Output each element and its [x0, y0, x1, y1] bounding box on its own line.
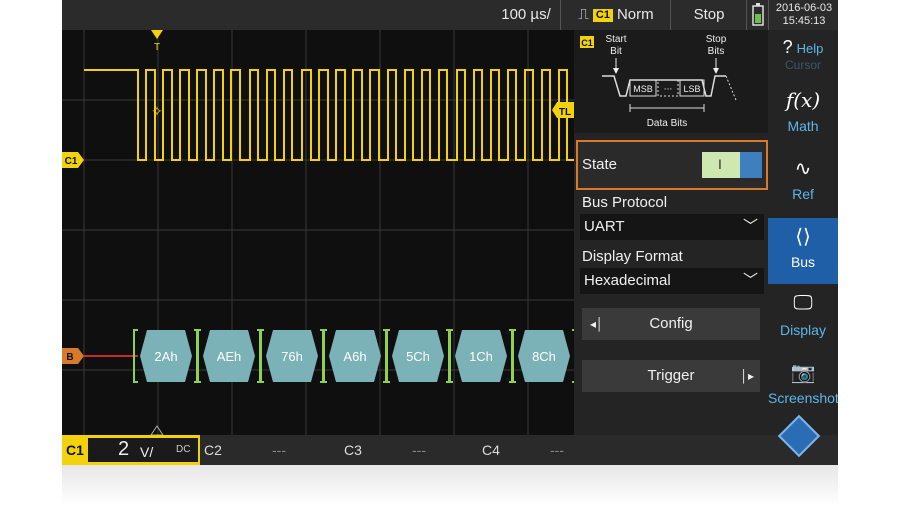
bus-button[interactable]: ⟨⟩ Bus: [768, 218, 838, 284]
bus-protocol-select[interactable]: UART ﹀: [580, 214, 764, 240]
bus-frame-value: 8Ch: [532, 349, 556, 364]
state-toggle[interactable]: I: [702, 152, 762, 178]
c1-label: C1: [66, 442, 84, 458]
help-button[interactable]: ? Help Cursor: [768, 30, 838, 72]
screenshot-button[interactable]: 📷 Screenshot: [768, 354, 838, 420]
waveform-svg: T ✧ TL C1 B 2Ah AEh 76h A6h 5Ch 1Ch 8Ch: [62, 30, 574, 435]
trigger-mode: Norm: [616, 6, 654, 23]
c3-label[interactable]: C3: [344, 435, 362, 465]
battery-icon-svg: [752, 3, 764, 26]
reference-waveform-icon: ∿: [794, 158, 812, 180]
bus-frame-value: A6h: [343, 349, 366, 364]
config-label: Config: [649, 315, 693, 332]
screenshot-label: Screenshot: [768, 390, 838, 406]
bus-frame-value: AEh: [217, 349, 242, 364]
camera-icon: 📷: [790, 362, 816, 384]
display-format-label: Display Format: [582, 248, 683, 265]
trigger-button[interactable]: Trigger │▸: [582, 360, 760, 392]
state-toggle-knob: [740, 152, 762, 178]
function-icon: f(x): [785, 88, 821, 112]
status-bar: 100 µs/ ⎍ C1 Norm Stop 2016-06-03 15:45:13: [62, 0, 838, 30]
bus-frame-value: 1Ch: [469, 349, 493, 364]
date: 2016-06-03: [775, 2, 833, 14]
bus-frame-value: 2Ah: [154, 349, 177, 364]
bus-settings-panel: C1 Start Bit Stop Bits MSB ··· LSB Data …: [574, 30, 768, 435]
c3-value: ---: [412, 442, 426, 458]
c4-label[interactable]: C4: [482, 435, 500, 465]
data-bits-label: Data Bits: [647, 118, 688, 129]
display-label: Display: [780, 322, 826, 338]
uart-frame-diagram: C1 Start Bit Stop Bits MSB ··· LSB Data …: [580, 34, 737, 129]
cursor-label: Cursor: [784, 58, 821, 72]
c1-unit: V/: [140, 444, 154, 460]
chevron-down-icon: ﹀: [742, 272, 758, 289]
c2-label[interactable]: C2: [204, 435, 222, 465]
trigger-point-icon: ✧: [151, 104, 163, 120]
state-row[interactable]: State I: [576, 140, 768, 190]
c1-coupling: DC: [176, 444, 191, 455]
msb-label: MSB: [633, 84, 653, 94]
c1-scale: 2: [118, 438, 130, 460]
bus-frames: 2Ah AEh 76h A6h 5Ch 1Ch 8Ch: [133, 329, 574, 383]
bus-frame-value: 5Ch: [406, 349, 430, 364]
help-label: Help: [796, 41, 824, 56]
diagram-channel-tag: C1: [581, 38, 593, 48]
bus-protocol-label: Bus Protocol: [582, 194, 668, 211]
svg-text:Bits: Bits: [708, 46, 725, 57]
sidebar: ? Help Cursor f(x) Math ∿ Ref ⟨⟩ Bus 🖵 D…: [768, 30, 838, 435]
monitor-icon: 🖵: [793, 292, 813, 314]
bus-frame-value: 76h: [281, 349, 303, 364]
ellipsis-label: ···: [664, 85, 673, 95]
display-button[interactable]: 🖵 Display: [768, 286, 838, 352]
display-format-select[interactable]: Hexadecimal ﹀: [580, 268, 764, 294]
state-toggle-on: I: [718, 156, 722, 172]
state-label: State: [582, 156, 618, 173]
datetime: 2016-06-03 15:45:13: [768, 0, 838, 30]
c1-channel-box[interactable]: C1 2 V/ DC: [62, 435, 200, 465]
stop-bits-label: Stop: [706, 34, 727, 45]
config-button[interactable]: ◂│ Config: [582, 308, 760, 340]
ref-button[interactable]: ∿ Ref: [768, 150, 838, 216]
help-icon: ?: [782, 37, 793, 57]
c1-settings: 2 V/ DC: [88, 438, 198, 462]
bus-protocol-value: UART: [584, 218, 625, 235]
timebase-readout[interactable]: 100 µs/: [492, 0, 560, 30]
protocol-diagram: C1 Start Bit Stop Bits MSB ··· LSB Data …: [574, 30, 768, 133]
ref-label: Ref: [792, 186, 814, 202]
forward-arrow-icon: │▸: [740, 369, 754, 383]
c4-value: ---: [550, 442, 564, 458]
battery-icon: [746, 0, 769, 30]
bus-offset-label: B: [66, 352, 73, 363]
trigger-level-label: TL: [559, 107, 571, 118]
run-stop-button[interactable]: Stop: [670, 0, 747, 30]
display-format-value: Hexadecimal: [584, 272, 671, 289]
back-arrow-icon: ◂│: [590, 317, 604, 331]
c1-offset-label: C1: [65, 156, 78, 167]
bus-icon: ⟨⟩: [795, 226, 811, 248]
bus-label: Bus: [790, 254, 816, 270]
trigger-label: Trigger: [647, 367, 695, 384]
trigger-readout[interactable]: ⎍ C1 Norm: [560, 0, 671, 30]
svg-text:Bit: Bit: [610, 46, 622, 57]
trigger-position-marker[interactable]: [151, 30, 163, 39]
time: 15:45:13: [782, 15, 826, 27]
start-bit-label: Start: [605, 34, 626, 45]
trigger-channel-tag: C1: [592, 8, 613, 22]
screen-reflection: [62, 465, 838, 506]
c2-value: ---: [272, 442, 286, 458]
trigger-position-label: T: [154, 42, 160, 53]
trigger-edge-icon: ⎍: [578, 6, 589, 23]
waveform-area[interactable]: T ✧ TL C1 B 2Ah AEh 76h A6h 5Ch 1Ch 8Ch: [62, 30, 574, 435]
lsb-label: LSB: [683, 84, 700, 94]
chevron-down-icon: ﹀: [742, 218, 758, 235]
channel-bar: C1 2 V/ DC C2 --- C3 --- C4 ---: [62, 414, 838, 465]
oscilloscope-screen: 100 µs/ ⎍ C1 Norm Stop 2016-06-03 15:45:13: [62, 0, 838, 465]
math-button[interactable]: f(x) Math: [768, 82, 838, 148]
math-label: Math: [787, 118, 819, 134]
ground-marker: [150, 425, 164, 435]
